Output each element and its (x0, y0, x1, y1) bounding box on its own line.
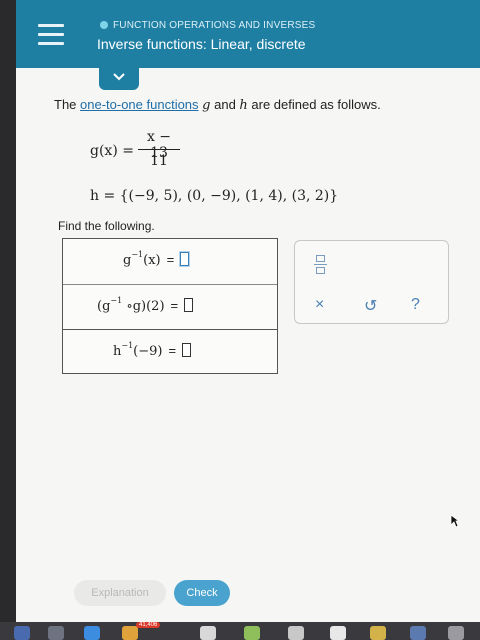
var-g: g (202, 98, 211, 113)
h-definition: h = {(−9, 5), (0, −9), (1, 4), (3, 2)} (90, 188, 339, 204)
pages-icon[interactable] (370, 626, 386, 640)
equals-sign: = (170, 298, 179, 313)
help-icon[interactable]: ? (411, 296, 420, 314)
preferences-icon[interactable] (448, 626, 464, 640)
answer-row-h-inverse: h−1(−9) = (63, 329, 277, 374)
page-title: Inverse functions: Linear, discrete (97, 36, 306, 52)
mouse-cursor-icon (450, 514, 460, 528)
undo-icon[interactable]: ↺ (364, 296, 377, 316)
fraction-bar (138, 149, 180, 150)
math-tools-panel: × ↺ ? (294, 240, 449, 324)
photos-icon[interactable] (330, 626, 346, 640)
browser-viewport: FUNCTION OPERATIONS AND INVERSES Inverse… (16, 0, 480, 622)
var-h: h (239, 98, 248, 113)
calendar-icon[interactable] (200, 626, 216, 640)
expr-sup: −1 (110, 296, 123, 305)
topic-status-icon (100, 21, 108, 29)
g-denominator: 11 (150, 153, 168, 169)
answer-row-composition: (g−1 ∘g)(2) = (63, 284, 277, 329)
expression-h-inverse: h−1(−9) = (113, 341, 192, 359)
g-definition: g(x) = x − 13 11 (90, 129, 270, 171)
prompt-text-middle: and (210, 97, 240, 112)
header-bar: FUNCTION OPERATIONS AND INVERSES Inverse… (16, 0, 480, 68)
fraction-icon[interactable] (313, 253, 329, 277)
expr-open: (g (97, 299, 111, 314)
expr-sup: −1 (131, 250, 144, 259)
g-lhs: g(x) = (90, 143, 134, 159)
topic-label: FUNCTION OPERATIONS AND INVERSES (100, 20, 315, 31)
expr-rest: ∘g)(2) (122, 299, 165, 314)
topic-text: FUNCTION OPERATIONS AND INVERSES (113, 20, 316, 31)
menu-icon[interactable] (38, 24, 64, 46)
os-dock: 41,406 (0, 622, 480, 640)
equals-sign: = (166, 252, 175, 267)
expr-arg: (−9) (133, 344, 163, 359)
mail-icon[interactable] (122, 626, 138, 640)
chevron-down-icon (113, 73, 125, 81)
collapse-header-button[interactable] (99, 66, 139, 90)
prompt-text-end: are defined as follows. (247, 97, 381, 112)
clear-icon[interactable]: × (315, 296, 324, 314)
expression-g-inverse-x: g−1(x) = (123, 250, 190, 268)
expr-sup: −1 (121, 341, 134, 350)
explanation-button[interactable]: Explanation (74, 580, 166, 606)
notes-icon[interactable] (288, 626, 304, 640)
equals-sign: = (168, 343, 177, 358)
find-label: Find the following. (58, 219, 155, 233)
app-store-icon[interactable] (410, 626, 426, 640)
answer-input-h-inverse[interactable] (182, 343, 192, 357)
expr-arg: (x) (143, 253, 161, 268)
check-button[interactable]: Check (174, 580, 230, 606)
finder-icon[interactable] (14, 626, 30, 640)
answer-row-g-inverse: g−1(x) = (63, 239, 277, 284)
mail-badge: 41,406 (136, 622, 161, 628)
answer-table: g−1(x) = (g−1 ∘g)(2) = h−1(−9) = (62, 238, 278, 374)
launchpad-icon[interactable] (48, 626, 64, 640)
messages-icon[interactable] (244, 626, 260, 640)
expression-composition: (g−1 ∘g)(2) = (97, 296, 194, 314)
one-to-one-functions-link[interactable]: one-to-one functions (80, 97, 199, 112)
prompt-text-start: The (54, 97, 81, 112)
safari-icon[interactable] (84, 626, 100, 640)
problem-statement: The one-to-one functions g and h are def… (54, 97, 381, 113)
answer-input-g-inverse[interactable] (180, 252, 190, 266)
answer-input-composition[interactable] (184, 298, 194, 312)
